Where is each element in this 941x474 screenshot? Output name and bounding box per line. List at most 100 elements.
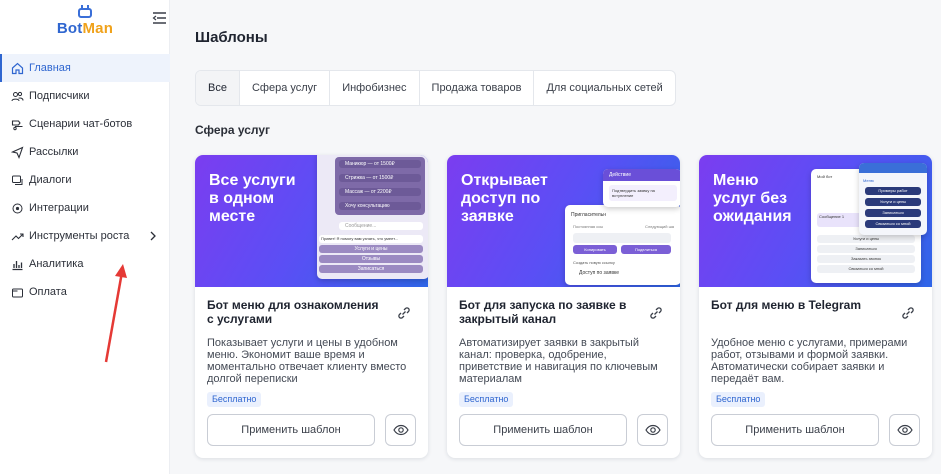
tab-social[interactable]: Для социальных сетей	[534, 71, 674, 105]
sidebar-item-label: Рассылки	[29, 146, 79, 158]
mock-text: Поделиться	[621, 245, 671, 254]
template-card[interactable]: Меню услуг без ожидания Мой бот Сообщени…	[699, 155, 932, 458]
annotation-arrow-icon	[104, 264, 127, 363]
mock-text: Доступ по заявке	[579, 270, 620, 276]
eye-icon	[644, 424, 661, 436]
mock-text: Услуги и цены	[865, 198, 921, 206]
mock-text: Заказать звонок	[817, 255, 915, 263]
mock-text: Стрижка — от 1500₽	[339, 174, 421, 182]
sidebar-item-growth-tools[interactable]: Инструменты роста	[0, 222, 170, 250]
mock-text: Сообщение 1	[817, 213, 865, 227]
sidebar-item-label: Диалоги	[29, 174, 72, 186]
card-banner: Меню услуг без ожидания Мой бот Сообщени…	[699, 155, 932, 287]
banner-text: Меню услуг без ожидания	[713, 172, 792, 225]
home-icon	[10, 61, 24, 75]
mock-text: Постоянная ссы	[573, 224, 604, 229]
mock-text: Подтвердить заявку на вступление	[609, 185, 677, 201]
preview-button[interactable]	[637, 414, 668, 446]
template-card[interactable]: Открывает доступ по заявке Пригласительн…	[447, 155, 680, 458]
menu-popup: Меню Примеры работ Услуги и цены Записат…	[859, 163, 927, 235]
tab-all[interactable]: Все	[196, 71, 240, 105]
template-card[interactable]: Все услуги в одном месте Маникюр — от 15…	[195, 155, 428, 458]
mock-text: Записаться	[865, 209, 921, 217]
sidebar-item-mailings[interactable]: Рассылки	[0, 138, 170, 166]
preview-button[interactable]	[889, 414, 920, 446]
section-title: Сфера услуг	[195, 123, 271, 137]
banner-text: Все услуги в одном месте	[209, 172, 296, 225]
mock-text: Массаж — от 2200₽	[339, 188, 421, 196]
mock-text: Маникюр — от 1500₽	[339, 160, 421, 168]
analytics-icon	[10, 257, 24, 271]
users-icon	[10, 89, 24, 103]
mock-text: Копировать	[573, 245, 617, 254]
mock-text: Услуги и цены	[817, 235, 915, 243]
mock-text: Примеры работ	[865, 187, 921, 195]
sidebar-item-scenarios[interactable]: Сценарии чат-ботов	[0, 110, 170, 138]
bot-logo-icon	[78, 5, 92, 18]
link-icon[interactable]	[900, 305, 916, 321]
preview-button[interactable]	[385, 414, 416, 446]
card-description: Автоматизирует заявки в закрытый канал: …	[459, 337, 658, 385]
category-tabs: Все Сфера услуг Инфобизнес Продажа товар…	[195, 70, 676, 106]
phone-mockup: Пригласительн Постоянная ссы Следующий ш…	[565, 205, 680, 285]
mock-text: Пригласительн	[571, 212, 607, 218]
free-badge: Бесплатно	[711, 392, 766, 407]
payment-icon	[10, 285, 24, 299]
mock-text: Привет! Я помогу вам узнать, что умеет..…	[319, 235, 423, 243]
tab-goods[interactable]: Продажа товаров	[420, 71, 535, 105]
sidebar-item-label: Подписчики	[29, 90, 90, 102]
banner-text: Открывает доступ по заявке	[461, 172, 548, 225]
card-title: Бот меню для ознакомления с услугами	[207, 298, 379, 326]
mock-text: Следующий ша	[645, 224, 674, 229]
logo[interactable]: BotMan	[56, 5, 114, 37]
card-description: Удобное меню с услугами, примерами работ…	[711, 337, 908, 385]
card-title: Бот для меню в Telegram	[711, 298, 861, 312]
mock-text: Сообщение...	[339, 222, 423, 230]
sidebar-item-dialogs[interactable]: Диалоги	[0, 166, 170, 194]
sidebar-item-home[interactable]: Главная	[0, 54, 170, 82]
mock-text: Отзывы	[319, 255, 423, 263]
chevron-right-icon	[150, 231, 156, 241]
mock-text: Записаться	[319, 265, 423, 273]
card-banner: Открывает доступ по заявке Пригласительн…	[447, 155, 680, 287]
sidebar-item-label: Аналитика	[29, 258, 84, 270]
collapse-menu-icon[interactable]	[152, 11, 167, 25]
sidebar-item-label: Главная	[29, 62, 71, 74]
mock-text: Связаться со мной	[865, 220, 921, 228]
card-banner: Все услуги в одном месте Маникюр — от 15…	[195, 155, 428, 287]
logo-text-man: Man	[82, 20, 114, 37]
phone-mockup: Маникюр — от 1500₽ Стрижка — от 1500₽ Ма…	[317, 155, 428, 279]
apply-template-button[interactable]: Применить шаблон	[207, 414, 375, 446]
tab-services[interactable]: Сфера услуг	[240, 71, 331, 105]
free-badge: Бесплатно	[459, 392, 514, 407]
mock-text: Хочу консультацию	[339, 202, 421, 210]
link-icon[interactable]	[396, 305, 412, 321]
mock-text: Действие	[603, 169, 680, 181]
mock-text: Связаться со мной	[817, 265, 915, 273]
mock-text: Меню	[863, 178, 874, 183]
logo-text-bot: Bot	[56, 20, 83, 37]
sidebar-item-payment[interactable]: Оплата	[0, 278, 170, 306]
sidebar-item-analytics[interactable]: Аналитика	[0, 250, 170, 278]
sidebar-item-label: Оплата	[29, 286, 67, 298]
scenario-icon	[10, 117, 24, 131]
send-icon	[10, 145, 24, 159]
eye-icon	[896, 424, 913, 436]
sidebar-item-subscribers[interactable]: Подписчики	[0, 82, 170, 110]
apply-template-button[interactable]: Применить шаблон	[459, 414, 627, 446]
sidebar-item-label: Интеграции	[29, 202, 89, 214]
apply-template-button[interactable]: Применить шаблон	[711, 414, 879, 446]
free-badge: Бесплатно	[207, 392, 262, 407]
mock-text: Создать новую ссылку	[573, 260, 615, 265]
tab-infobusiness[interactable]: Инфобизнес	[330, 71, 420, 105]
eye-icon	[392, 424, 409, 436]
sidebar-nav: Главная Подписчики Сценарии чат-ботов Ра…	[0, 54, 170, 306]
sidebar-item-integrations[interactable]: Интеграции	[0, 194, 170, 222]
link-icon[interactable]	[648, 305, 664, 321]
mock-text: Услуги и цены	[319, 245, 423, 253]
sidebar: BotMan Главная Подписчики Сценарии чат-б…	[0, 0, 170, 474]
card-description: Показывает услуги и цены в удобном меню.…	[207, 337, 407, 385]
integrations-icon	[10, 201, 24, 215]
growth-icon	[10, 229, 24, 243]
sidebar-item-label: Сценарии чат-ботов	[29, 118, 133, 130]
